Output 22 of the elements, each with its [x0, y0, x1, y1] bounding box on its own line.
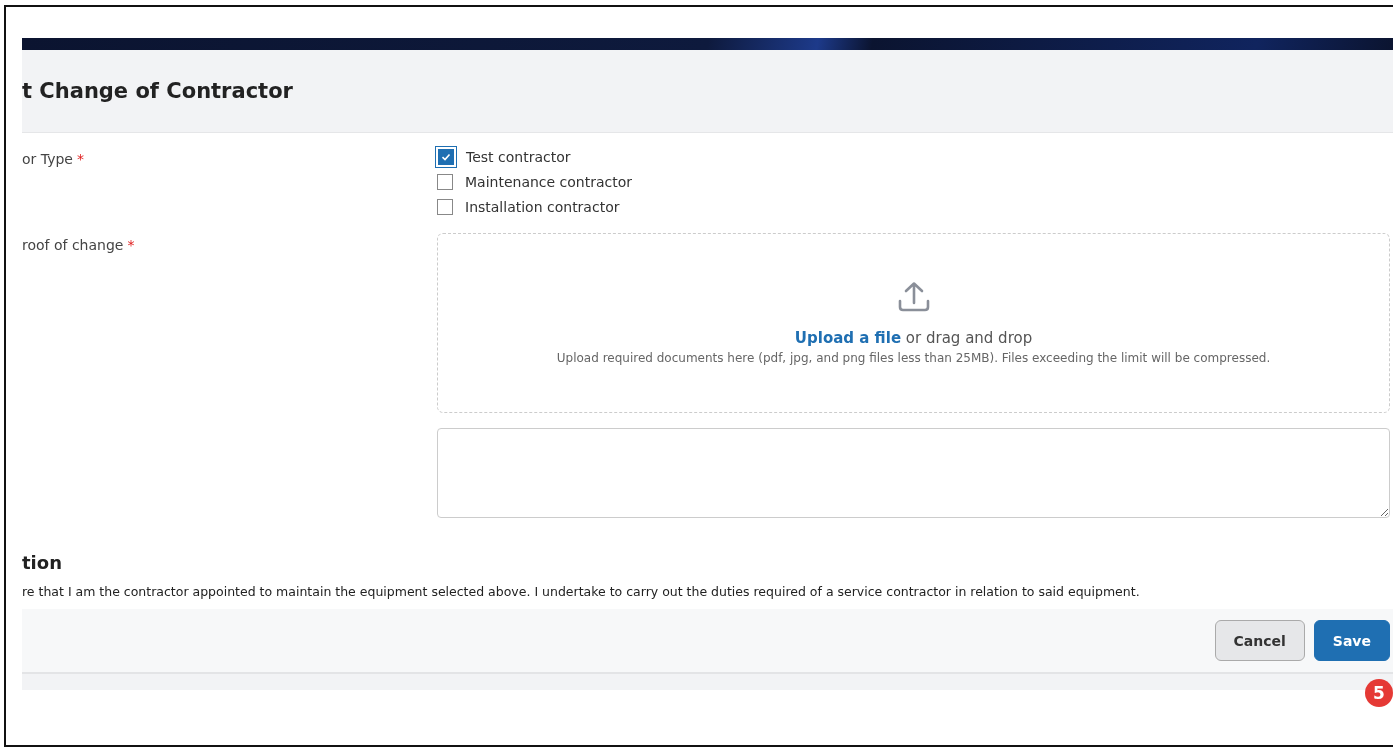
required-mark: * [76, 151, 84, 167]
file-drop-zone[interactable]: Upload a file or drag and drop Upload required documents here (pdf, jpg, and png files less than 25MB). Files exceeding the limit will be compressed. [437, 233, 1390, 413]
upload-icon [896, 281, 931, 313]
cancel-button[interactable]: Cancel [1214, 620, 1305, 661]
section-heading: tion [22, 552, 63, 573]
field-label: roof of change [22, 237, 124, 253]
notification-badge: 5 [1365, 679, 1393, 707]
field-label: or Type [22, 151, 73, 167]
checkbox[interactable] [438, 149, 454, 165]
check-icon [441, 152, 451, 162]
upload-link[interactable]: Upload a file [794, 329, 902, 347]
checkbox[interactable] [437, 199, 453, 215]
checkbox-option[interactable]: Maintenance contractor [437, 174, 1390, 190]
drag-drop-text: or drag and drop [905, 329, 1033, 347]
required-mark: * [127, 237, 135, 253]
checkbox-option[interactable]: Test contractor [437, 149, 1390, 165]
declaration-text: re that I am the contractor appointed to maintain the equipment selected above. I undertake to carry out the duties required of a service contractor in relation to said equipment. [22, 584, 1141, 599]
save-button[interactable]: Save [1313, 620, 1390, 661]
upload-hint: Upload required documents here (pdf, jpg, and png files less than 25MB). Files exceeding the limit will be compressed. [556, 351, 1271, 365]
page-title: t Change of Contractor [22, 79, 293, 103]
checkbox[interactable] [437, 174, 453, 190]
checkbox-option[interactable]: Installation contractor [437, 199, 1390, 215]
